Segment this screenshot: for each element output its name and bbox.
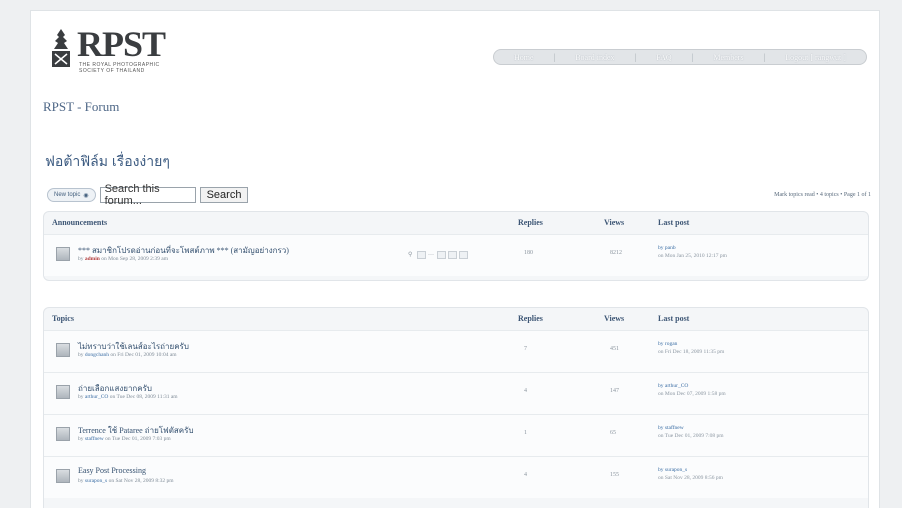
topic-author-link[interactable]: dongchanh: [85, 352, 109, 358]
meta-prefix: by: [78, 352, 84, 358]
meta-date: on Sat Nov 28, 2009 8:32 pm: [108, 478, 174, 484]
attachment-icon: ⚲: [408, 252, 413, 258]
last-post-author[interactable]: by rogan: [658, 340, 724, 348]
replies-count: 1: [524, 430, 527, 436]
last-post-date: on Mon Dec 07, 2009 1:58 pm: [658, 391, 726, 397]
meta-date: on Fri Dec 01, 2009 10:04 am: [110, 352, 177, 358]
logo-wordmark: RPST: [77, 24, 166, 64]
search-button[interactable]: Search: [199, 187, 249, 203]
last-post-date: on Mon Jan 25, 2010 12:17 pm: [658, 253, 727, 259]
replies-header: Replies: [518, 218, 543, 227]
last-post-info: by panb on Mon Jan 25, 2010 12:17 pm: [658, 244, 727, 260]
topic-status-icon: [56, 427, 70, 441]
meta-prefix: by: [78, 256, 84, 262]
meta-date: on Tue Dec 08, 2009 11:31 am: [109, 394, 178, 400]
topic-meta: by surapon_s on Sat Nov 28, 2009 8:32 pm: [78, 478, 174, 484]
nav-separator: |: [634, 52, 637, 62]
ellipsis-icon: …: [428, 251, 434, 257]
last-post-author[interactable]: by surapon_s: [658, 466, 723, 474]
announcements-panel: Announcements Replies Views Last post **…: [43, 211, 869, 281]
topics-heading: Topics: [52, 314, 74, 323]
announcements-heading: Announcements: [52, 218, 108, 227]
top-navigation: Home | Board index | FAQ | Members | Log…: [493, 49, 867, 65]
meta-date: on Mon Sep 28, 2009 2:39 am: [101, 256, 168, 262]
pagination-info[interactable]: Mark topics read • 4 topics • Page 1 of …: [774, 192, 871, 198]
meta-prefix: by: [78, 436, 84, 442]
topic-author-link[interactable]: admin: [85, 256, 100, 262]
last-post-header: Last post: [658, 314, 690, 323]
announcement-row: *** สมาชิกโปรดอ่านก่อนที่จะโพสต์ภาพ *** …: [44, 234, 868, 276]
replies-count: 4: [524, 472, 527, 478]
new-topic-label: New topic: [54, 192, 81, 198]
views-count: 155: [610, 472, 619, 478]
topics-panel: Topics Replies Views Last post ไม่ทราบว่…: [43, 307, 869, 508]
last-post-date: on Fri Dec 18, 2009 11:35 pm: [658, 349, 725, 355]
topic-row: ถ่ายเลือกแสงยากครับ by arthur_CO on Tue …: [44, 372, 868, 414]
topic-meta: by staffnew on Tue Dec 01, 2009 7:03 pm: [78, 436, 171, 442]
last-post-author[interactable]: by panb: [658, 244, 727, 252]
last-post-header: Last post: [658, 218, 690, 227]
last-post-info: by staffnew on Tue Dec 01, 2009 7:08 pm: [658, 424, 724, 440]
topic-author-link[interactable]: surapon_s: [85, 478, 107, 484]
site-logo[interactable]: RPST THE ROYAL PHOTOGRAPHIC SOCIETY OF T…: [51, 24, 211, 89]
nav-separator: |: [691, 52, 694, 62]
nav-board-index[interactable]: Board index: [575, 53, 614, 62]
last-post-date: on Tue Dec 01, 2009 7:08 pm: [658, 433, 724, 439]
page-link[interactable]: [417, 251, 426, 259]
views-count: 8212: [610, 250, 622, 256]
nav-home[interactable]: Home: [514, 53, 534, 62]
replies-count: 7: [524, 346, 527, 352]
views-header: Views: [604, 314, 625, 323]
page-container: RPST THE ROYAL PHOTOGRAPHIC SOCIETY OF T…: [30, 10, 880, 508]
topic-status-icon: [56, 343, 70, 357]
new-topic-icon: ◉: [83, 192, 89, 199]
meta-prefix: by: [78, 394, 84, 400]
emblem-icon: [52, 29, 70, 67]
search-input[interactable]: Search this forum...: [99, 183, 196, 207]
topic-author-link[interactable]: arthur_CO: [85, 394, 109, 400]
topic-status-icon: [56, 469, 70, 483]
meta-prefix: by: [78, 478, 84, 484]
page-link[interactable]: [459, 251, 468, 259]
replies-header: Replies: [518, 314, 543, 323]
nav-logout[interactable]: Logout [ rangwut ]: [785, 53, 846, 62]
topic-status-icon: [56, 247, 70, 261]
last-post-info: by surapon_s on Sat Nov 28, 2009 8:56 pm: [658, 466, 723, 482]
page-link[interactable]: [437, 251, 446, 259]
last-post-info: by rogan on Fri Dec 18, 2009 11:35 pm: [658, 340, 724, 356]
topic-row: Terrence ใช้ Pataree ถ่ายโฟตัสครับ by st…: [44, 414, 868, 456]
views-count: 451: [610, 346, 619, 352]
nav-members[interactable]: Members: [713, 53, 743, 62]
views-header: Views: [604, 218, 625, 227]
topic-title-link[interactable]: Easy Post Processing: [78, 466, 146, 475]
logo-subtitle-line2: SOCIETY OF THAILAND: [79, 68, 145, 74]
topic-meta: by admin on Mon Sep 28, 2009 2:39 am: [78, 256, 168, 262]
announcements-header: Announcements Replies Views Last post: [44, 212, 868, 234]
forum-actions: New topic ◉ Search this forum... Search: [47, 183, 249, 207]
topic-author-link[interactable]: staffnew: [85, 436, 104, 442]
new-topic-button[interactable]: New topic ◉: [47, 188, 96, 202]
topic-page-links: ⚲ …: [408, 251, 468, 259]
last-post-author[interactable]: by staffnew: [658, 424, 724, 432]
topics-header: Topics Replies Views Last post: [44, 308, 868, 330]
views-count: 147: [610, 388, 619, 394]
page-link[interactable]: [448, 251, 457, 259]
replies-count: 4: [524, 388, 527, 394]
nav-separator: |: [763, 52, 766, 62]
last-post-author[interactable]: by arthur_CO: [658, 382, 726, 390]
replies-count: 180: [524, 250, 533, 256]
topic-meta: by dongchanh on Fri Dec 01, 2009 10:04 a…: [78, 352, 177, 358]
meta-date: on Tue Dec 01, 2009 7:03 pm: [105, 436, 171, 442]
forum-title[interactable]: ฟอต้าฟิล์ม เรื่องง่ายๆ: [45, 151, 170, 173]
topic-status-icon: [56, 385, 70, 399]
views-count: 65: [610, 430, 616, 436]
nav-separator: |: [553, 52, 556, 62]
topic-meta: by arthur_CO on Tue Dec 08, 2009 11:31 a…: [78, 394, 178, 400]
topic-row: ไม่ทราบว่าใช้เลนส์อะไรถ่ายครับ by dongch…: [44, 330, 868, 372]
last-post-date: on Sat Nov 28, 2009 8:56 pm: [658, 475, 723, 481]
nav-faq[interactable]: FAQ: [656, 53, 671, 62]
topic-row: Easy Post Processing by surapon_s on Sat…: [44, 456, 868, 498]
last-post-info: by arthur_CO on Mon Dec 07, 2009 1:58 pm: [658, 382, 726, 398]
site-title-link[interactable]: RPST - Forum: [43, 99, 119, 115]
